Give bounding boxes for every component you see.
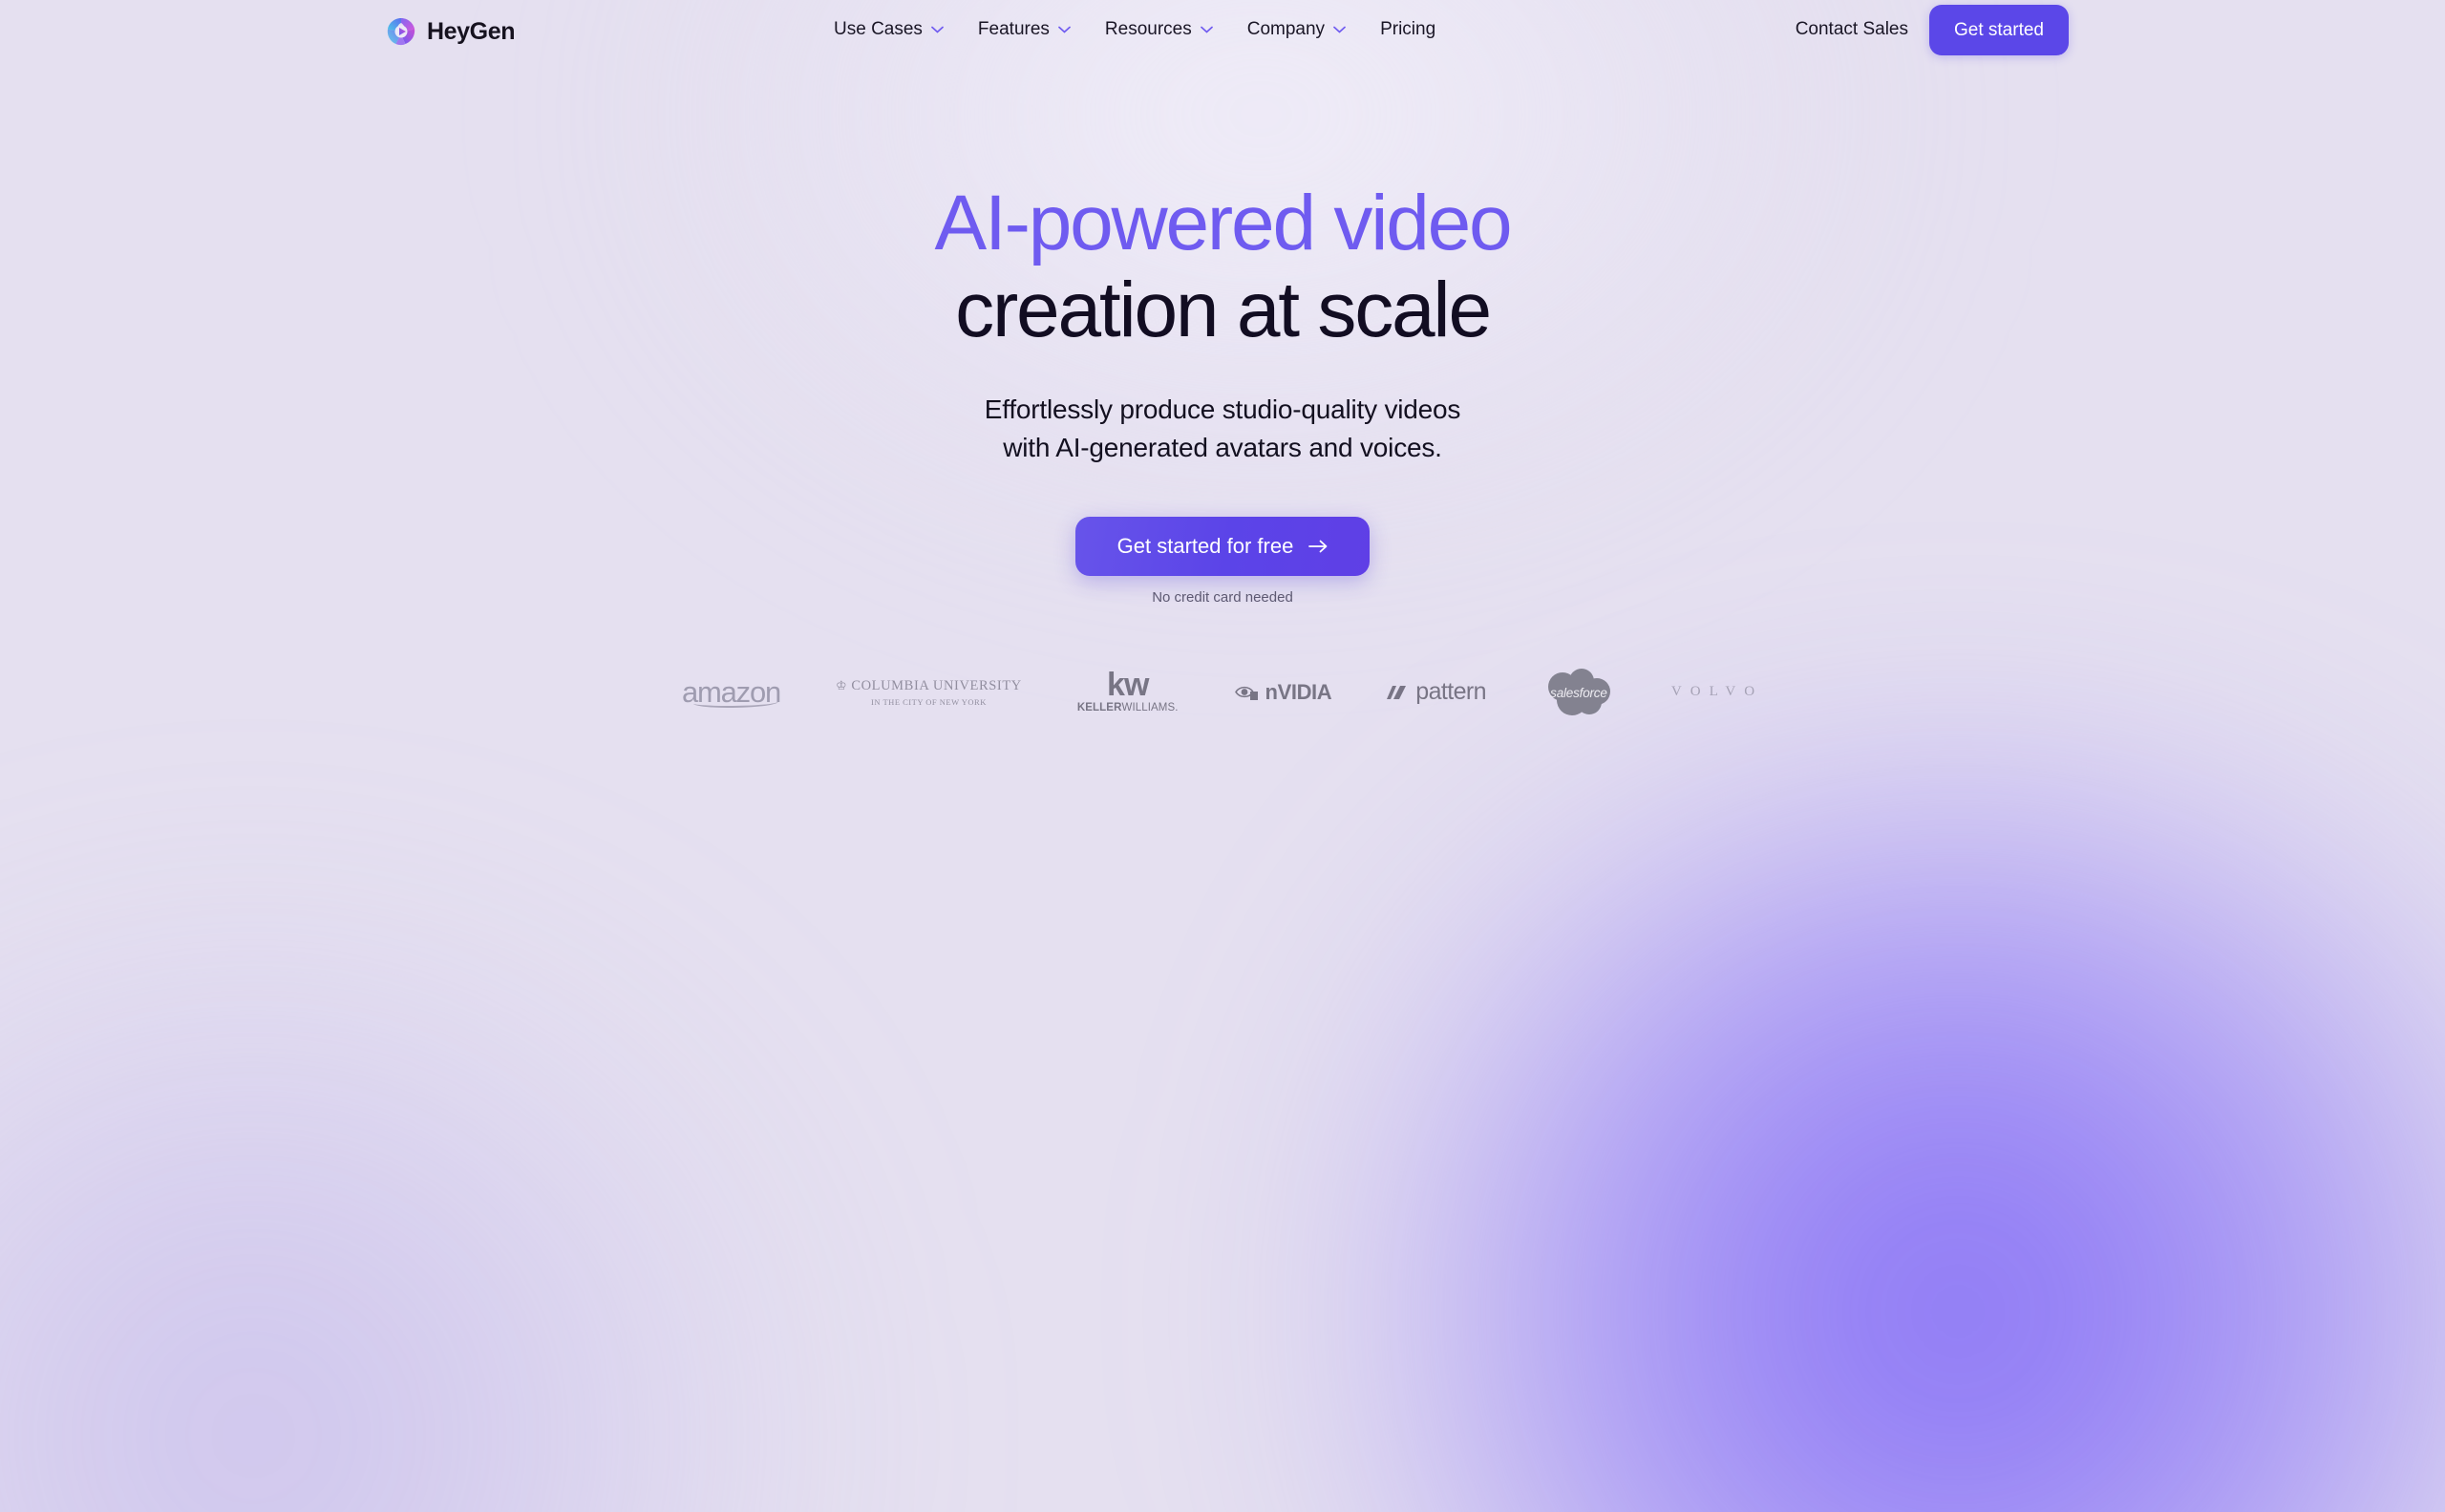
logo-pattern: pattern [1387,667,1487,718]
page-title: AI-powered video creation at scale [0,180,2445,353]
brand-name: HeyGen [427,17,516,45]
nav-item-label: Pricing [1380,19,1436,39]
hero-subtitle-line-2: with AI-generated avatars and voices. [1003,432,1442,462]
logo-salesforce: salesforce [1541,667,1616,718]
logo-columbia-line2: IN THE CITY OF NEW YORK [871,696,987,707]
logo-kw-line2: WILLIAMS. [1121,701,1179,713]
chevron-down-icon [1200,26,1213,33]
arrow-right-icon [1308,540,1328,552]
nav-item-features[interactable]: Features [961,0,1088,59]
no-credit-card-note: No credit card needed [1152,588,1293,606]
nav-item-label: Company [1246,19,1326,39]
chevron-down-icon [931,26,944,33]
customer-logo-strip: amazon ♔ COLUMBIA UNIVERSITY IN THE CITY … [0,667,2445,718]
logo-nvidia: nVIDIA [1234,667,1332,718]
logo-nvidia-text: nVIDIA [1265,679,1332,704]
logo-salesforce-text: salesforce [1550,686,1607,701]
hero-title-line-1: AI-powered video [934,180,1513,266]
logo-volvo-text: VOLVO [1670,684,1764,700]
brand-logo-link[interactable]: HeyGen [386,16,515,47]
logo-kw-mark: kw [1107,667,1149,704]
logo-pattern-text: pattern [1415,678,1486,706]
logo-keller-williams: kw KELLERWILLIAMS. [1077,667,1179,718]
nav-item-label: Features [977,19,1050,39]
nvidia-eye-icon [1234,686,1258,701]
logo-columbia-line1: COLUMBIA UNIVERSITY [851,677,1022,693]
hero-subtitle: Effortlessly produce studio-quality vide… [0,391,2445,467]
hero-title-line-2: creation at scale [955,266,1492,354]
contact-sales-link[interactable]: Contact Sales [1775,19,1929,40]
logo-volvo: VOLVO [1671,667,1763,718]
main-navigation: Use Cases Features Resources Company Pri… [817,0,1453,59]
bottom-left-glow [0,958,850,1512]
chevron-down-icon [1058,26,1071,33]
header-actions: Contact Sales Get started [1775,0,2069,59]
nav-item-label: Use Cases [834,19,923,39]
crown-icon: ♔ [836,677,848,692]
nav-item-company[interactable]: Company [1230,0,1363,59]
nav-item-label: Resources [1104,19,1192,39]
logo-columbia-university: ♔ COLUMBIA UNIVERSITY IN THE CITY OF NEW … [836,667,1022,718]
heygen-pinwheel-logo-icon [387,18,415,46]
get-started-button[interactable]: Get started [1929,4,2069,55]
chevron-down-icon [1333,26,1346,33]
nav-item-use-cases[interactable]: Use Cases [817,0,961,59]
nav-item-pricing[interactable]: Pricing [1363,0,1453,59]
hero-cta-label: Get started for free [1116,533,1294,558]
hero-section: AI-powered video creation at scale Effor… [0,59,2445,606]
nav-item-resources[interactable]: Resources [1088,0,1230,59]
logo-amazon: amazon [682,667,781,718]
get-started-for-free-button[interactable]: Get started for free [1074,516,1371,576]
site-header: HeyGen Use Cases Features Resources Comp… [0,0,2445,59]
logo-kw-line1: KELLER [1076,701,1122,713]
pattern-slash-icon [1387,685,1407,699]
hero-subtitle-line-1: Effortlessly produce studio-quality vide… [984,394,1461,425]
hero-cta-wrapper: Get started for free No credit card need… [0,516,2445,606]
bottom-right-purple-glow [1242,786,2445,1512]
